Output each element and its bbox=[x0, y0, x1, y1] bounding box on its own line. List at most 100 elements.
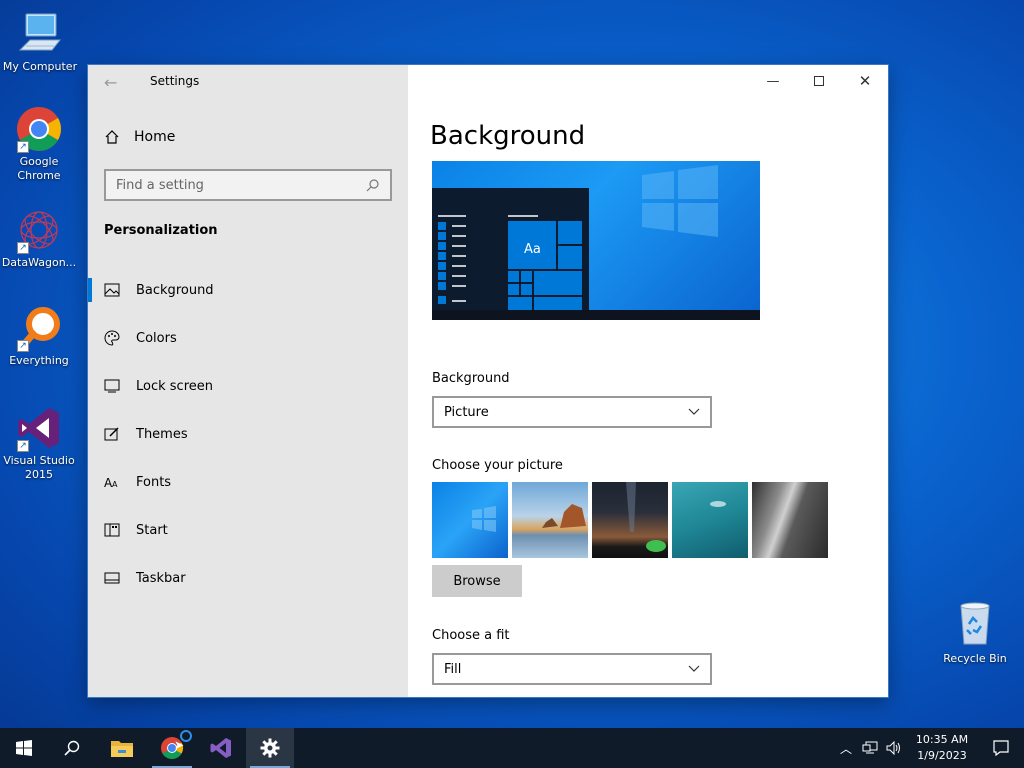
lock-screen-icon bbox=[104, 378, 120, 394]
nav-item-fonts[interactable]: AA Fonts bbox=[88, 458, 408, 506]
taskbar: ➤ ︿ 10:35 AM 1/9/2023 bbox=[0, 728, 1024, 768]
taskbar-chrome[interactable]: ➤ bbox=[148, 728, 196, 768]
system-tray: ︿ 10:35 AM 1/9/2023 bbox=[834, 728, 1024, 768]
chrome-icon: ↗ bbox=[15, 105, 63, 153]
desktop-icon-google-chrome[interactable]: ↗ Google Chrome bbox=[0, 105, 79, 183]
taskbar-icon bbox=[104, 570, 120, 586]
taskbar-settings[interactable] bbox=[246, 728, 294, 768]
shortcut-arrow-icon: ↗ bbox=[17, 340, 29, 352]
nav-item-taskbar[interactable]: Taskbar bbox=[88, 554, 408, 602]
nav-item-label: Colors bbox=[136, 330, 177, 346]
home-icon bbox=[105, 130, 119, 144]
desktop-icon-visual-studio[interactable]: ↗ Visual Studio 2015 bbox=[0, 404, 79, 482]
nav-home-label: Home bbox=[134, 129, 176, 145]
fit-dropdown-value: Fill bbox=[444, 661, 462, 677]
shortcut-arrow-icon: ↗ bbox=[17, 242, 29, 254]
preview-sample-text: Aa bbox=[524, 242, 541, 257]
search-icon bbox=[64, 740, 80, 756]
show-hidden-icons-button[interactable]: ︿ bbox=[834, 728, 858, 768]
chevron-down-icon bbox=[688, 665, 700, 672]
page-title: Background bbox=[430, 121, 586, 151]
desktop-icon-everything[interactable]: ↗ Everything bbox=[0, 304, 79, 368]
taskbar-visual-studio[interactable] bbox=[197, 728, 245, 768]
taskbar-file-explorer[interactable] bbox=[98, 728, 146, 768]
visual-studio-icon: ↗ bbox=[15, 404, 63, 452]
nav-item-label: Background bbox=[136, 282, 214, 298]
back-arrow-icon[interactable]: ← bbox=[104, 73, 117, 92]
desktop-icon-label: My Computer bbox=[2, 60, 78, 73]
desktop-icon-label: Everything bbox=[9, 354, 69, 367]
nav-list: Background Colors Lock screen Themes AA … bbox=[88, 266, 408, 602]
picture-thumbnails bbox=[432, 482, 828, 558]
fit-dropdown[interactable]: Fill bbox=[432, 653, 712, 685]
nav-home[interactable]: Home bbox=[104, 129, 175, 145]
nav-item-themes[interactable]: Themes bbox=[88, 410, 408, 458]
themes-icon bbox=[104, 426, 120, 442]
desktop-icon-datawagon[interactable]: ↗ DataWagon... bbox=[0, 206, 79, 270]
preview-start-menu: Aa bbox=[432, 188, 589, 310]
picture-thumbnail[interactable] bbox=[512, 482, 588, 558]
picture-thumbnail[interactable] bbox=[432, 482, 508, 558]
palette-icon bbox=[104, 330, 120, 346]
nav-item-background[interactable]: Background bbox=[88, 266, 408, 314]
nav-item-label: Lock screen bbox=[136, 378, 213, 394]
preview-taskbar bbox=[432, 310, 760, 320]
magnifier-icon: ↗ bbox=[15, 304, 63, 352]
taskbar-search-button[interactable] bbox=[48, 728, 96, 768]
settings-nav-pane: ← Settings Home Personalization Backgrou… bbox=[88, 65, 408, 697]
search-box[interactable] bbox=[104, 169, 392, 201]
volume-icon[interactable] bbox=[882, 728, 906, 768]
picture-thumbnail[interactable] bbox=[752, 482, 828, 558]
svg-text:A: A bbox=[112, 480, 118, 489]
nav-item-colors[interactable]: Colors bbox=[88, 314, 408, 362]
settings-content: Background Aa Background Picture Choose … bbox=[430, 65, 870, 697]
desktop-icon-label: Google Chrome bbox=[17, 155, 61, 182]
choose-picture-label: Choose your picture bbox=[432, 458, 563, 473]
search-icon[interactable] bbox=[366, 178, 380, 192]
nav-item-start[interactable]: Start bbox=[88, 506, 408, 554]
windows-logo-glow bbox=[642, 165, 718, 237]
picture-thumbnail[interactable] bbox=[592, 482, 668, 558]
start-icon bbox=[104, 522, 120, 538]
background-dropdown[interactable]: Picture bbox=[432, 396, 712, 428]
nav-item-lock-screen[interactable]: Lock screen bbox=[88, 362, 408, 410]
chevron-down-icon bbox=[688, 408, 700, 415]
nav-item-label: Themes bbox=[136, 426, 188, 442]
background-label: Background bbox=[432, 371, 510, 386]
chevron-up-icon: ︿ bbox=[839, 741, 852, 756]
windows-logo-icon bbox=[16, 740, 32, 756]
desktop-icon-label: DataWagon... bbox=[1, 256, 77, 269]
browse-button[interactable]: Browse bbox=[432, 565, 522, 597]
nav-item-label: Taskbar bbox=[136, 570, 186, 586]
desktop-icon-label: Visual Studio 2015 bbox=[3, 454, 75, 481]
picture-icon bbox=[104, 282, 120, 298]
start-button[interactable] bbox=[0, 728, 48, 768]
shortcut-arrow-icon: ↗ bbox=[17, 440, 29, 452]
clock-date: 1/9/2023 bbox=[917, 749, 967, 762]
settings-window: ← Settings Home Personalization Backgrou… bbox=[88, 65, 888, 697]
title-bar: ← Settings bbox=[88, 65, 408, 99]
background-dropdown-value: Picture bbox=[444, 404, 489, 420]
datawagon-icon: ↗ bbox=[15, 206, 63, 254]
mouse-cursor-icon: ➤ bbox=[174, 738, 185, 752]
recycle-bin-icon bbox=[951, 600, 999, 648]
choose-fit-label: Choose a fit bbox=[432, 628, 510, 643]
computer-icon bbox=[16, 10, 64, 58]
folder-icon bbox=[111, 741, 133, 757]
nav-item-label: Start bbox=[136, 522, 168, 538]
network-icon[interactable] bbox=[858, 728, 882, 768]
picture-thumbnail[interactable] bbox=[672, 482, 748, 558]
action-center-button[interactable] bbox=[978, 728, 1024, 768]
taskbar-clock[interactable]: 10:35 AM 1/9/2023 bbox=[906, 732, 978, 764]
notification-icon bbox=[993, 740, 1009, 756]
desktop-icon-recycle-bin[interactable]: Recycle Bin bbox=[935, 600, 1015, 665]
nav-section-title: Personalization bbox=[104, 223, 218, 238]
shortcut-arrow-icon: ↗ bbox=[17, 141, 29, 153]
window-title: Settings bbox=[150, 74, 200, 88]
visual-studio-icon bbox=[210, 738, 231, 758]
clock-time: 10:35 AM bbox=[915, 733, 969, 746]
search-input[interactable] bbox=[116, 177, 356, 193]
desktop-icon-my-computer[interactable]: My Computer bbox=[0, 10, 80, 74]
fonts-icon: AA bbox=[104, 474, 120, 490]
nav-item-label: Fonts bbox=[136, 474, 172, 490]
